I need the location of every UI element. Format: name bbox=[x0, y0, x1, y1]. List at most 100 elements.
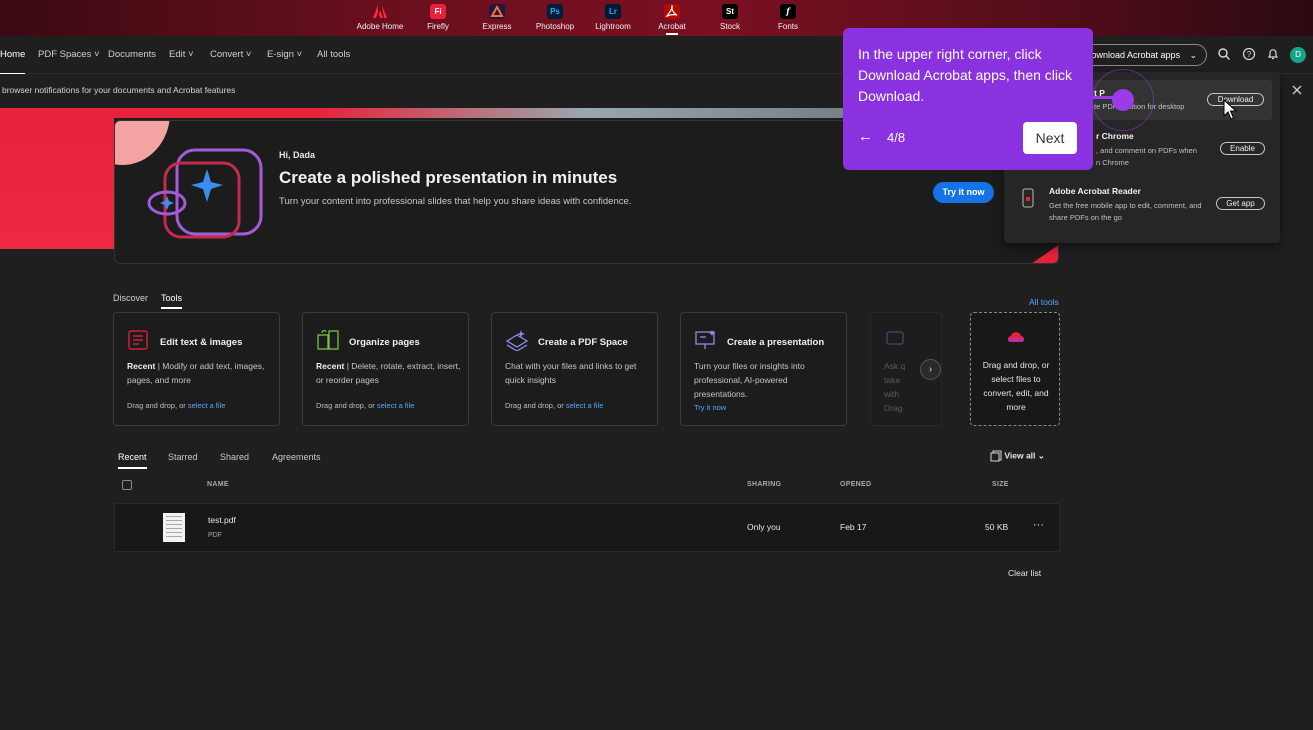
app-label: Firefly bbox=[427, 22, 449, 31]
chrome-item-desc: n Chrome bbox=[1096, 158, 1129, 167]
download-acrobat-apps-button[interactable]: Download Acrobat apps ⌄ bbox=[1074, 44, 1207, 66]
app-photoshop[interactable]: Ps Photoshop bbox=[525, 4, 585, 31]
tool-card-organize[interactable]: Organize pages Recent | Delete, rotate, … bbox=[302, 312, 469, 426]
presentation-icon bbox=[695, 330, 715, 349]
try-it-now-link[interactable]: Try it now bbox=[694, 403, 726, 412]
all-tools-link[interactable]: All tools bbox=[1029, 297, 1059, 307]
app-acrobat[interactable]: Acrobat bbox=[642, 4, 702, 35]
nav-all-tools[interactable]: All tools bbox=[317, 49, 350, 60]
tool-card-presentation[interactable]: Create a presentation Turn your files or… bbox=[680, 312, 847, 426]
card-foot-text: Drag and drop, or bbox=[316, 401, 377, 410]
clear-list-button[interactable]: Clear list bbox=[1008, 568, 1041, 578]
cloud-upload-icon bbox=[1007, 332, 1025, 342]
chrome-item-title: r Chrome bbox=[1096, 131, 1134, 141]
file-sharing: Only you bbox=[747, 522, 781, 532]
app-adobe-home[interactable]: Adobe Home bbox=[350, 4, 410, 31]
card-footer: Drag and drop, or select a file bbox=[316, 401, 414, 410]
presentation-illustration bbox=[147, 148, 263, 239]
organize-pages-icon bbox=[317, 330, 339, 350]
column-sharing[interactable]: SHARING bbox=[747, 481, 781, 488]
view-all-label: View all bbox=[1004, 450, 1036, 461]
photoshop-icon: Ps bbox=[547, 4, 563, 19]
arrow-left-icon[interactable]: ← bbox=[858, 128, 873, 145]
enable-button[interactable]: Enable bbox=[1220, 142, 1265, 155]
chevron-right-icon[interactable]: › bbox=[920, 359, 941, 380]
mouse-cursor-icon bbox=[1223, 99, 1237, 120]
close-icon[interactable] bbox=[1290, 83, 1304, 97]
file-size: 50 KB bbox=[985, 522, 1009, 532]
nav-edit[interactable]: Edit ˅ bbox=[169, 49, 194, 60]
nav-esign[interactable]: E-sign ˅ bbox=[267, 49, 302, 60]
tab-recent[interactable]: Recent bbox=[118, 452, 147, 469]
tab-discover[interactable]: Discover bbox=[113, 293, 148, 303]
app-label: Adobe Home bbox=[356, 22, 404, 31]
card-footer: Try it now bbox=[694, 403, 726, 412]
file-thumbnail bbox=[163, 513, 185, 542]
column-name[interactable]: NAME bbox=[207, 481, 229, 488]
tour-tooltip: In the upper right corner, click Downloa… bbox=[843, 28, 1093, 170]
card-title: Edit text & images bbox=[160, 337, 243, 348]
card-foot-text: Drag and drop, or bbox=[127, 401, 188, 410]
adobe-icon bbox=[372, 4, 388, 19]
nav-documents[interactable]: Documents bbox=[108, 49, 156, 60]
select-all-checkbox[interactable] bbox=[122, 480, 132, 490]
card-title: Organize pages bbox=[349, 337, 420, 348]
tab-shared[interactable]: Shared bbox=[220, 452, 249, 462]
app-label: Photoshop bbox=[535, 22, 575, 31]
hero-red-panel bbox=[0, 118, 114, 249]
app-stock[interactable]: St Stock bbox=[700, 4, 760, 31]
select-file-link[interactable]: select a file bbox=[566, 401, 604, 410]
express-icon bbox=[489, 4, 505, 19]
lightroom-icon: Lr bbox=[605, 4, 621, 19]
nav-pdf-spaces[interactable]: PDF Spaces ˅ bbox=[38, 49, 100, 60]
card-footer: Drag and drop, or select a file bbox=[505, 401, 603, 410]
app-label: Lightroom bbox=[595, 22, 631, 31]
nav-convert-label: Convert bbox=[210, 49, 244, 60]
file-name[interactable]: test.pdf bbox=[208, 515, 236, 525]
drop-zone[interactable]: Drag and drop, or select files to conver… bbox=[970, 312, 1060, 426]
nav-home[interactable]: Home bbox=[0, 49, 26, 75]
hero-subtitle: Turn your content into professional slid… bbox=[279, 196, 632, 207]
chat-icon bbox=[886, 331, 904, 345]
avatar[interactable]: D bbox=[1290, 47, 1306, 63]
search-icon[interactable] bbox=[1217, 47, 1231, 61]
table-row[interactable]: test.pdf PDF Only you Feb 17 50 KB ··· bbox=[114, 503, 1060, 552]
tab-tools[interactable]: Tools bbox=[161, 293, 183, 309]
tab-starred[interactable]: Starred bbox=[168, 452, 198, 462]
card-title: Create a presentation bbox=[727, 337, 825, 348]
card-description: Ask q take with Drag bbox=[884, 361, 906, 413]
tour-step-counter: 4/8 bbox=[887, 130, 906, 145]
pdf-space-icon bbox=[505, 330, 529, 351]
app-fonts[interactable]: f Fonts bbox=[758, 4, 818, 31]
help-icon[interactable]: ? bbox=[1242, 47, 1256, 61]
card-description: Recent | Delete, rotate, extract, insert… bbox=[316, 359, 461, 387]
try-it-now-button[interactable]: Try it now bbox=[933, 182, 994, 203]
column-opened[interactable]: OPENED bbox=[840, 481, 871, 488]
tab-agreements[interactable]: Agreements bbox=[272, 452, 321, 462]
tool-card-edit[interactable]: Edit text & images Recent | Modify or ad… bbox=[113, 312, 280, 426]
app-lightroom[interactable]: Lr Lightroom bbox=[583, 4, 643, 31]
nav-convert[interactable]: Convert ˅ bbox=[210, 49, 251, 60]
tool-card-pdf-space[interactable]: Create a PDF Space Chat with your files … bbox=[491, 312, 658, 426]
select-file-link[interactable]: select a file bbox=[188, 401, 226, 410]
hero-decor-corner bbox=[1028, 244, 1058, 263]
app-firefly[interactable]: Fi Firefly bbox=[408, 4, 468, 31]
download-apps-label: Download Acrobat apps bbox=[1085, 50, 1181, 60]
hero-title: Create a polished presentation in minute… bbox=[279, 168, 618, 187]
nav-esign-label: E-sign bbox=[267, 49, 294, 60]
recent-label: Recent bbox=[316, 361, 345, 371]
more-options-icon[interactable]: ··· bbox=[1033, 519, 1044, 531]
card-foot-text: Drag and drop, or bbox=[505, 401, 566, 410]
tour-next-button[interactable]: Next bbox=[1023, 122, 1077, 154]
column-size[interactable]: SIZE bbox=[992, 481, 1009, 488]
view-all-button[interactable]: View all ⌄ bbox=[990, 450, 1045, 462]
get-app-button[interactable]: Get app bbox=[1216, 197, 1265, 210]
bell-icon[interactable] bbox=[1266, 47, 1280, 61]
grid-view-icon bbox=[990, 450, 1002, 462]
select-file-link[interactable]: select a file bbox=[377, 401, 415, 410]
tour-target-dot bbox=[1112, 89, 1134, 111]
nav-pdf-spaces-label: PDF Spaces bbox=[38, 49, 92, 60]
app-express[interactable]: Express bbox=[467, 4, 527, 31]
acrobat-icon bbox=[664, 4, 680, 19]
card-description: Chat with your files and links to get qu… bbox=[505, 361, 637, 385]
